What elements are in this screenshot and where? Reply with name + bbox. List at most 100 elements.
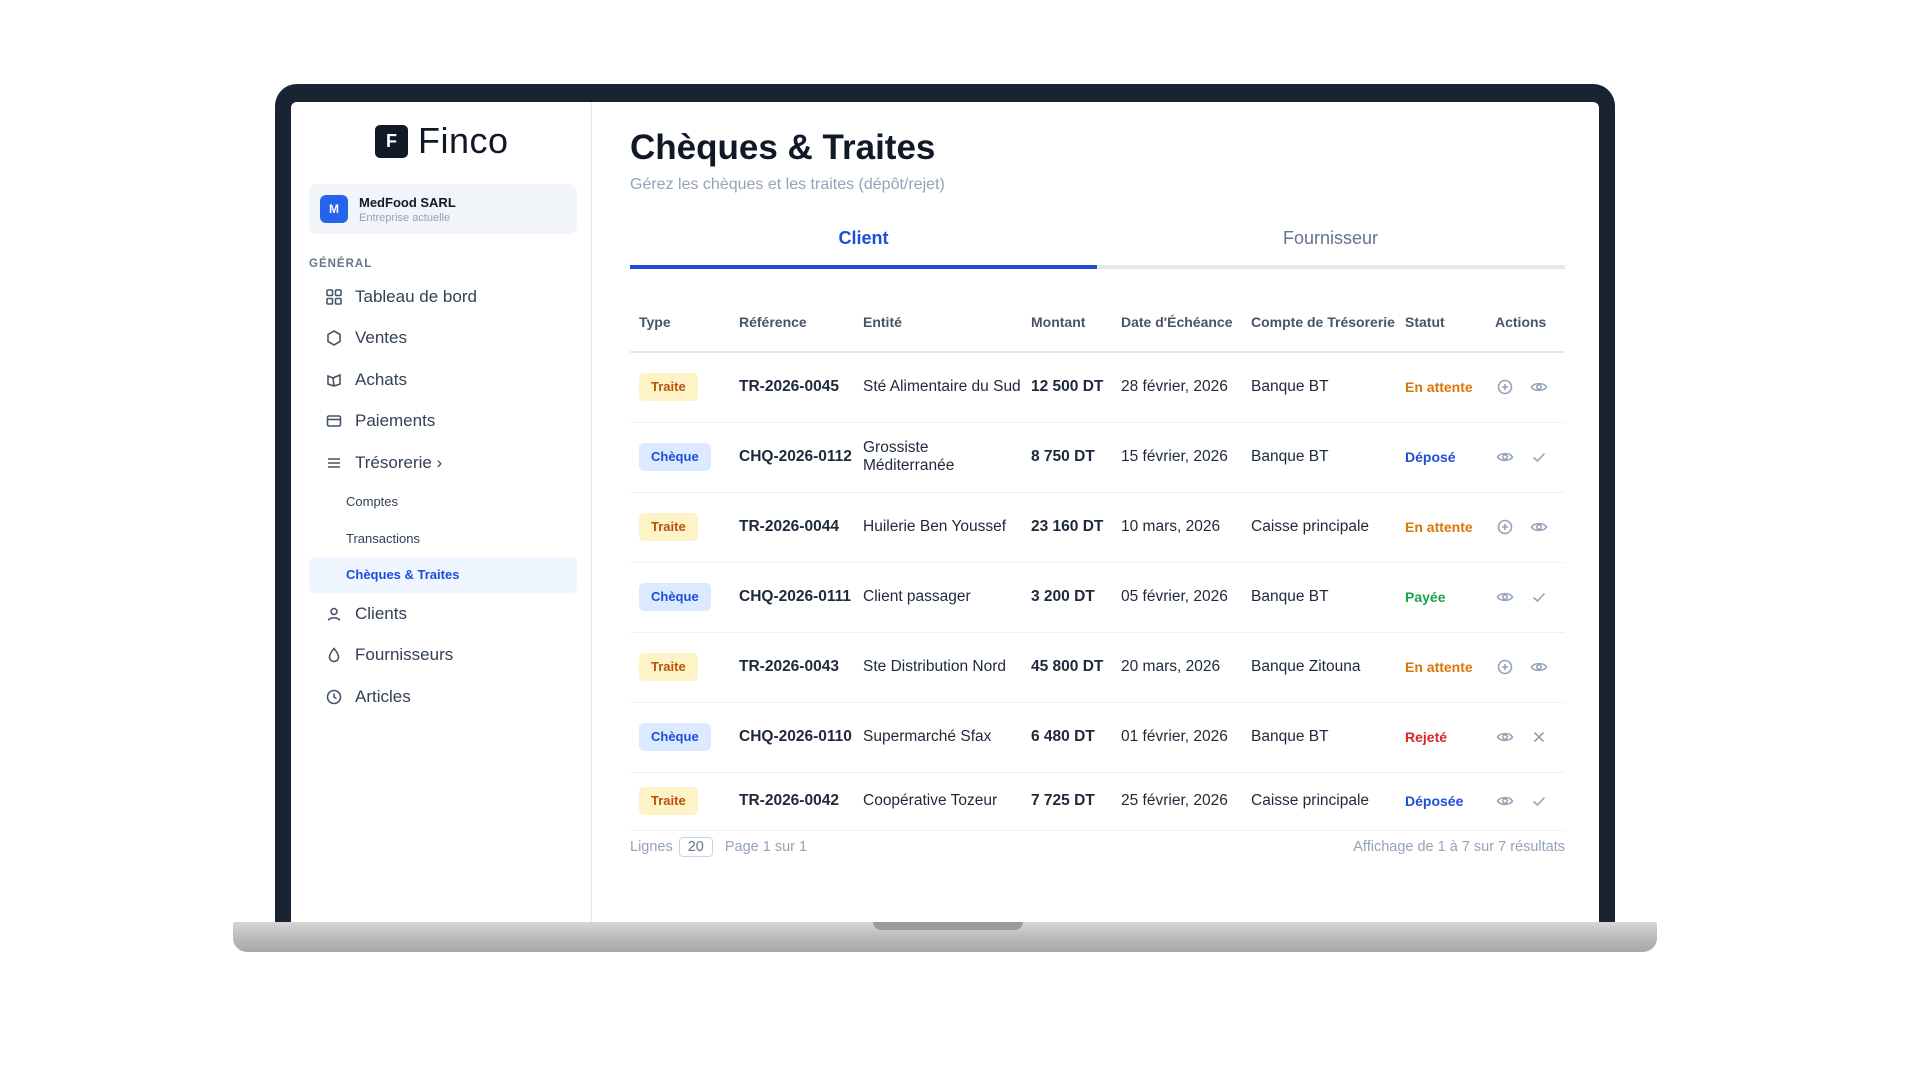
cell-status: En attente — [1396, 632, 1486, 703]
sidebar-item-ventes[interactable]: Ventes — [309, 318, 577, 360]
app-name: Finco — [418, 120, 509, 161]
cell-actions — [1486, 632, 1565, 703]
table-row[interactable]: Chèque CHQ-2026-0110 Supermarché Sfax 6 480… — [630, 702, 1565, 773]
cell-reference: CHQ-2026-0112 — [730, 422, 854, 493]
cell-amount: 8 750 DT — [1022, 422, 1112, 493]
cell-due-date: 25 février, 2026 — [1112, 772, 1242, 831]
table-row[interactable]: Traite TR-2026-0043 Ste Distribution Nord 4… — [630, 632, 1565, 703]
sidebar-item-label: Ventes — [355, 328, 407, 348]
cell-status: Déposée — [1396, 772, 1486, 831]
sidebar-subitem-transactions[interactable]: Transactions — [309, 520, 577, 557]
column-header-entity[interactable]: Entité — [854, 293, 1022, 353]
company-avatar: M — [320, 195, 348, 223]
column-header-reference[interactable]: Référence — [730, 293, 854, 353]
plus-circle-icon[interactable] — [1495, 657, 1515, 677]
table-row[interactable]: Traite TR-2026-0042 Coopérative Tozeur 7 72… — [630, 772, 1565, 831]
eye-icon[interactable] — [1495, 587, 1515, 607]
status-label: Rejeté — [1405, 728, 1448, 745]
check-icon[interactable] — [1529, 587, 1549, 607]
sidebar-item-achats[interactable]: Achats — [309, 359, 577, 401]
sidebar-item-label: Articles — [355, 686, 411, 706]
row-actions — [1495, 517, 1565, 537]
tab-client[interactable]: Client — [630, 212, 1097, 269]
table-row[interactable]: Chèque CHQ-2026-0112 Grossiste Méditerrané… — [630, 422, 1565, 493]
column-header-account[interactable]: Compte de Trésorerie — [1242, 293, 1396, 353]
check-icon[interactable] — [1529, 791, 1549, 811]
cell-actions — [1486, 772, 1565, 831]
cell-type: Chèque — [630, 422, 730, 493]
sidebar-item-clients[interactable]: Clients — [309, 593, 577, 635]
cell-account: Banque BT — [1242, 352, 1396, 423]
sidebar-item-label: Tableau de bord — [355, 286, 477, 306]
cell-actions — [1486, 352, 1565, 423]
eye-icon[interactable] — [1495, 447, 1515, 467]
plus-circle-icon[interactable] — [1495, 517, 1515, 537]
cell-entity: Coopérative Tozeur — [854, 772, 1022, 831]
table-row[interactable]: Traite TR-2026-0045 Sté Alimentaire du Sud… — [630, 352, 1565, 423]
cell-amount: 6 480 DT — [1022, 702, 1112, 773]
results-summary: Affichage de 1 à 7 sur 7 résultats — [1353, 839, 1565, 855]
eye-icon[interactable] — [1495, 727, 1515, 747]
laptop-screen: F Finco M MedFood SARL Entreprise actuel… — [291, 102, 1599, 922]
eye-icon[interactable] — [1529, 657, 1549, 677]
sidebar-item-tresorerie[interactable]: Trésorerie › — [309, 442, 577, 484]
x-icon[interactable] — [1529, 727, 1549, 747]
check-icon[interactable] — [1529, 447, 1549, 467]
table-row[interactable]: Traite TR-2026-0044 Huilerie Ben Youssef 23… — [630, 492, 1565, 563]
column-header-type[interactable]: Type — [630, 293, 730, 353]
table-body: Traite TR-2026-0045 Sté Alimentaire du Sud… — [630, 352, 1565, 831]
rows-per-page-select[interactable]: 20 — [678, 837, 713, 857]
sidebar: F Finco M MedFood SARL Entreprise actuel… — [291, 102, 592, 922]
sidebar-item-label: Achats — [355, 369, 407, 389]
sidebar-item-articles[interactable]: Articles — [309, 676, 577, 718]
cell-status: Déposé — [1396, 422, 1486, 493]
app-logo[interactable]: F Finco — [375, 120, 509, 162]
status-label: Déposée — [1405, 792, 1464, 809]
eye-icon[interactable] — [1495, 791, 1515, 811]
column-header-amount[interactable]: Montant — [1022, 293, 1112, 353]
type-badge: Traite — [639, 513, 698, 541]
cell-amount: 45 800 DT — [1022, 632, 1112, 703]
tag-icon — [325, 371, 343, 389]
cheques-table: Type Référence Entité Montant Date d'Éch… — [630, 293, 1565, 831]
cell-due-date: 01 février, 2026 — [1112, 702, 1242, 773]
cell-actions — [1486, 422, 1565, 493]
company-switcher[interactable]: M MedFood SARL Entreprise actuelle — [309, 184, 577, 234]
row-actions — [1495, 791, 1565, 811]
sidebar-subitem-cheques-traites[interactable]: Chèques & Traites — [309, 556, 577, 593]
column-header-due-date[interactable]: Date d'Échéance — [1112, 293, 1242, 353]
cell-amount: 12 500 DT — [1022, 352, 1112, 423]
laptop-notch — [873, 922, 1023, 930]
company-subtitle: Entreprise actuelle — [359, 211, 451, 224]
sidebar-item-label: Fournisseurs — [355, 645, 454, 665]
sidebar-item-fournisseurs[interactable]: Fournisseurs — [309, 635, 577, 677]
type-badge: Traite — [639, 653, 698, 681]
cell-status: En attente — [1396, 492, 1486, 563]
status-label: En attente — [1405, 378, 1473, 395]
sidebar-item-tableau-de-bord[interactable]: Tableau de bord — [309, 276, 577, 318]
table-row[interactable]: Chèque CHQ-2026-0111 Client passager 3 200 … — [630, 562, 1565, 633]
cell-reference: CHQ-2026-0110 — [730, 702, 854, 773]
cell-entity: Client passager — [854, 562, 1022, 633]
cell-type: Chèque — [630, 562, 730, 633]
sidebar-item-label: Trésorerie › — [355, 452, 443, 472]
row-actions — [1495, 377, 1565, 397]
plus-circle-icon[interactable] — [1495, 377, 1515, 397]
tab-fournisseur[interactable]: Fournisseur — [1097, 212, 1564, 265]
eye-icon[interactable] — [1529, 377, 1549, 397]
cell-status: Rejeté — [1396, 702, 1486, 773]
column-header-actions: Actions — [1486, 293, 1565, 353]
cell-due-date: 20 mars, 2026 — [1112, 632, 1242, 703]
column-header-status[interactable]: Statut — [1396, 293, 1486, 353]
cell-type: Traite — [630, 492, 730, 563]
sidebar-item-paiements[interactable]: Paiements — [309, 401, 577, 443]
type-badge: Chèque — [639, 723, 711, 751]
cell-entity: Ste Distribution Nord — [854, 632, 1022, 703]
sidebar-subitem-comptes[interactable]: Comptes — [309, 484, 577, 521]
page-subtitle: Gérez les chèques et les traites (dépôt/… — [630, 176, 945, 193]
sidebar-item-label: Paiements — [355, 411, 436, 431]
eye-icon[interactable] — [1529, 517, 1549, 537]
menu-icon — [325, 454, 343, 472]
status-label: En attente — [1405, 658, 1473, 675]
cell-actions — [1486, 562, 1565, 633]
